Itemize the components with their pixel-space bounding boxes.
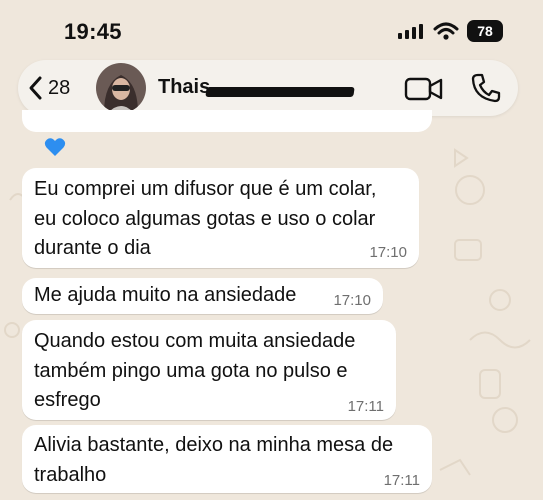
message-text: Eu comprei um difusor que é um colar, eu…	[34, 178, 377, 259]
message-bubble[interactable]: Eu comprei um difusor que é um colar, eu…	[22, 168, 419, 268]
message-bubble[interactable]: Me ajuda muito na ansiedade 17:10	[22, 278, 383, 314]
message-bubble[interactable]: Quando estou com muita ansiedade também …	[22, 320, 396, 420]
message-time: 17:10	[369, 244, 407, 261]
back-button[interactable]: 28	[28, 70, 70, 106]
video-call-button[interactable]	[404, 74, 444, 104]
back-chevron-icon	[29, 76, 42, 100]
chat-header: 28 Thais,	[18, 60, 518, 116]
blue-heart-icon	[44, 138, 66, 156]
signal-icon	[398, 24, 423, 39]
battery-icon: 78	[467, 20, 503, 42]
reaction-blue-heart[interactable]	[44, 136, 66, 158]
status-bar: 19:45 78	[0, 0, 543, 58]
redaction-mark	[205, 87, 355, 97]
avatar-photo	[96, 63, 146, 113]
unread-count: 28	[48, 76, 71, 99]
previous-message-bubble[interactable]	[22, 110, 432, 132]
message-text: Alivia bastante, deixo na minha mesa de …	[34, 434, 394, 486]
message-bubble[interactable]: Alivia bastante, deixo na minha mesa de …	[22, 425, 432, 493]
message-time: 17:11	[347, 398, 384, 415]
voice-call-button[interactable]	[470, 72, 502, 104]
message-time: 17:10	[333, 292, 371, 309]
message-text: Me ajuda muito na ansiedade	[34, 284, 297, 306]
wifi-icon	[433, 22, 459, 40]
message-time: 17:11	[383, 472, 420, 489]
video-call-icon	[404, 77, 443, 101]
status-icons: 78	[397, 20, 503, 42]
avatar[interactable]	[96, 63, 146, 113]
phone-icon	[471, 73, 501, 103]
status-time: 19:45	[64, 19, 122, 44]
message-text: Quando estou com muita ansiedade também …	[34, 330, 356, 411]
